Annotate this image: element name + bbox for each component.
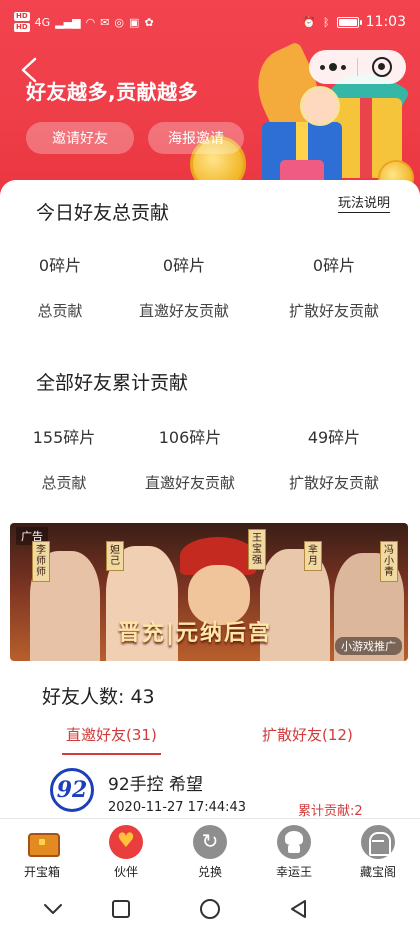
ad-character-name: 王宝强 (248, 529, 266, 570)
page-title: 好友越多,贡献越多 (26, 80, 199, 104)
total-spread-stat: 49碎片 扩散好友贡献 (264, 424, 404, 493)
close-miniprogram-icon[interactable] (358, 57, 406, 77)
triangle-left-icon (291, 900, 306, 918)
decor-figure-image (300, 86, 340, 126)
friend-count: 好友人数: 43 (42, 686, 155, 708)
list-item[interactable]: 92 92手控 希望 2020-11-27 17:44:43 累计贡献:2 (0, 760, 420, 820)
tabbar-item-exchange[interactable]: 兑换 (168, 825, 252, 880)
chevron-down-icon (44, 904, 62, 914)
partner-heart-icon (109, 825, 143, 859)
poster-invite-button[interactable]: 海报邀请 (148, 122, 244, 154)
stat-value: 49碎片 (307, 428, 361, 447)
battery-icon (336, 16, 362, 28)
nav-back-triangle-button[interactable] (288, 898, 310, 920)
system-nav-bar (0, 884, 420, 933)
tabbar-label: 幸运王 (275, 865, 312, 879)
tabbar-label: 伙伴 (113, 865, 138, 879)
treasure-chest-icon (25, 825, 60, 859)
miniprogram-capsule (309, 50, 406, 84)
friend-contribution: 累计贡献:2 (298, 804, 363, 819)
notification-icon: ✉ (100, 15, 110, 29)
tabbar-label: 兑换 (197, 865, 222, 879)
chat-icon: ◎ (114, 15, 125, 29)
nav-home-button[interactable] (199, 898, 221, 920)
today-direct-stat: 0碎片 直邀好友贡献 (114, 252, 254, 321)
friend-join-time: 2020-11-27 17:44:43 (108, 800, 247, 815)
exchange-icon (193, 825, 227, 859)
ad-character-name: 妲己 (106, 541, 124, 571)
circle-icon (200, 899, 220, 919)
stat-value: 106碎片 (158, 428, 222, 447)
hd-badge: HD (14, 23, 30, 32)
total-total-stat: 155碎片 总贡献 (0, 424, 134, 493)
stat-value: 0碎片 (312, 256, 356, 275)
app-icon: ▣ (129, 15, 140, 29)
status-bar: HD HD 4G ▂▄▆ ◠ ✉ ◎ ▣ ✿ ⏰ ᛒ 11:03 (0, 0, 420, 44)
signal-icon: ▂▄▆ (55, 15, 81, 29)
lucky-king-icon (277, 825, 311, 859)
tabbar-item-treasure-vault[interactable]: 藏宝阁 (336, 825, 420, 880)
ad-character-name: 冯小青 (380, 541, 398, 582)
tabbar-label: 开宝箱 (23, 865, 60, 879)
stat-value: 155碎片 (32, 428, 96, 447)
hd-badge: HD (14, 12, 30, 21)
today-contribution-title: 今日好友总贡献 (36, 202, 170, 224)
stat-label: 扩散好友贡献 (288, 302, 379, 320)
more-menu-icon[interactable] (309, 63, 357, 71)
tab-spread-friends[interactable]: 扩散好友(12) (262, 724, 353, 745)
stat-label: 直邀好友贡献 (144, 474, 235, 492)
chevron-left-icon (21, 57, 37, 83)
stat-value: 0碎片 (38, 256, 82, 275)
stat-value: 0碎片 (162, 256, 206, 275)
today-spread-stat: 0碎片 扩散好友贡献 (264, 252, 404, 321)
ad-banner[interactable]: 广告 李师师 妲己 王宝强 芈月 冯小青 晋充|元纳后宫 小游戏推广 (10, 523, 408, 661)
avatar: 92 (50, 768, 94, 812)
network-label: 4G (34, 15, 51, 29)
ad-promo-label: 小游戏推广 (335, 637, 402, 655)
back-button[interactable] (14, 52, 44, 88)
total-direct-stat: 106碎片 直邀好友贡献 (120, 424, 260, 493)
clock: 11:03 (365, 14, 406, 30)
alarm-icon: ⏰ (302, 15, 317, 29)
stat-label: 直邀好友贡献 (138, 302, 229, 320)
content-panel: 今日好友总贡献 玩法说明 0碎片 总贡献 0碎片 直邀好友贡献 0碎片 扩散好友… (0, 180, 420, 820)
stat-label: 扩散好友贡献 (288, 474, 379, 492)
treasure-vault-icon (361, 825, 395, 859)
bottom-tab-bar: 开宝箱 伙伴 兑换 幸运王 藏宝阁 (0, 818, 420, 884)
tab-direct-friends[interactable]: 直邀好友(31) (62, 724, 161, 755)
bluetooth-icon: ᛒ (323, 15, 330, 29)
nav-recents-button[interactable] (110, 898, 132, 920)
total-contribution-title: 全部好友累计贡献 (36, 372, 189, 394)
ad-character-name: 芈月 (304, 541, 322, 571)
today-total-stat: 0碎片 总贡献 (0, 252, 130, 321)
friend-name: 92手控 希望 (108, 775, 204, 795)
wifi-icon: ◠ (85, 15, 96, 29)
invite-friends-button[interactable]: 邀请好友 (26, 122, 134, 154)
huawei-icon: ✿ (144, 15, 154, 29)
square-icon (112, 900, 130, 918)
nav-back-button[interactable] (42, 898, 64, 920)
ad-character-name: 李师师 (32, 541, 50, 582)
tabbar-item-partner[interactable]: 伙伴 (84, 825, 168, 880)
stat-label: 总贡献 (37, 302, 83, 320)
rules-link[interactable]: 玩法说明 (338, 196, 391, 213)
stat-label: 总贡献 (41, 474, 87, 492)
tabbar-item-lucky-king[interactable]: 幸运王 (252, 825, 336, 880)
tabbar-item-treasure-chest[interactable]: 开宝箱 (0, 825, 84, 880)
tabbar-label: 藏宝阁 (359, 865, 396, 879)
ad-slogan: 晋充|元纳后宫 (118, 621, 273, 646)
